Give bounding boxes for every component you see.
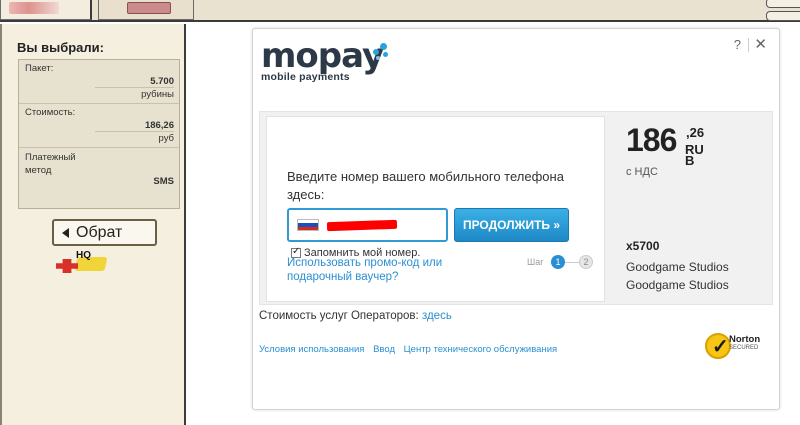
selection-summary-panel: Вы выбрали: Пакет: 5.700 рубины Стоимост… [0,24,186,425]
operator-costs-link[interactable]: здесь [422,310,452,322]
tab-shop-secondary[interactable] [98,0,194,20]
back-button[interactable]: Обрат [52,219,157,246]
tab-thumbnail [127,2,171,14]
red-cross-shape [56,259,78,273]
cost-label: Стоимость: [25,107,76,118]
phone-prompt: Введите номер вашего мобильного телефона… [287,169,564,202]
norton-secured: SECURED [729,345,759,351]
vat-note: с НДС [626,166,658,178]
norton-text: Norton SECURED [729,335,760,353]
russia-flag-icon[interactable] [297,219,319,231]
login-link[interactable]: Ввод [373,344,395,355]
package-label: Пакет: [25,63,54,74]
operator-costs: Стоимость услуг Операторов: здесь [259,310,452,322]
help-icon[interactable]: ? [734,37,741,52]
merchant-info: Goodgame Studios Goodgame Studios [626,258,729,294]
logo-wordmark: mopay [261,36,384,76]
phone-number-input[interactable] [287,208,448,242]
hq-icon[interactable]: HQ [54,250,110,275]
support-link[interactable]: Центр технического обслуживания [404,344,558,355]
back-button-label: Обрат [76,223,123,241]
price-currency: RUB [685,142,704,168]
mopay-payment-dialog: mopay mobile payments ? ✕ Введите номер … [252,28,780,410]
redacted-phone-number [326,219,398,231]
step-1-active: 1 [551,255,565,269]
tab-thumbnail [9,2,59,14]
step-2: 2 [579,255,593,269]
norton-check-icon: ✓ [705,333,731,359]
merchant-line: Goodgame Studios [626,260,729,274]
step-indicator: 1 2 [551,255,593,269]
arrow-left-icon [62,227,69,238]
logo-dots-icon [371,43,391,63]
package-value: 5.700 [150,76,174,87]
payment-form-area: Введите номер вашего мобильного телефона… [259,111,773,305]
top-right-control[interactable] [766,11,800,21]
top-right-control[interactable] [766,0,800,8]
summary-box: Пакет: 5.700 рубины Стоимость: 186,26 ру… [18,59,180,209]
price-amount: 186 [626,122,677,158]
item-quantity: x5700 [626,239,660,253]
summary-row-package: Пакет: 5.700 рубины [19,60,179,104]
package-unit: рубины [95,87,174,100]
method-value: SMS [153,176,174,187]
terms-link[interactable]: Условия использования [259,344,364,355]
merchant-line: Goodgame Studios [626,278,729,292]
continue-button[interactable]: ПРОДОЛЖИТЬ » [454,208,569,242]
footer-links: Условия использования Ввод Центр техниче… [259,344,563,355]
header-divider [748,38,749,52]
close-icon[interactable]: ✕ [754,35,767,53]
cost-value: 186,26 [144,120,174,131]
cost-unit: руб [95,131,174,144]
top-tab-bar [0,0,800,22]
method-label: Платежный метод [25,152,76,176]
step-label: Шаг [527,257,544,267]
hq-label: HQ [76,250,91,261]
mopay-logo: mopay mobile payments [261,36,388,83]
phone-entry-card: Введите номер вашего мобильного телефона… [266,116,605,302]
panel-title: Вы выбрали: [17,40,104,55]
promo-code-link[interactable]: Использовать промо-код или подарочный ва… [287,256,477,284]
operator-costs-label: Стоимость услуг Операторов: [259,310,419,322]
norton-secured-badge[interactable]: ✓ Norton SECURED [705,331,771,361]
summary-row-cost: Стоимость: 186,26 руб [19,104,179,148]
summary-row-method: Платежный метод SMS [19,148,179,206]
price-decimals: ,26 [686,125,705,140]
tab-shop-active[interactable] [0,0,92,20]
